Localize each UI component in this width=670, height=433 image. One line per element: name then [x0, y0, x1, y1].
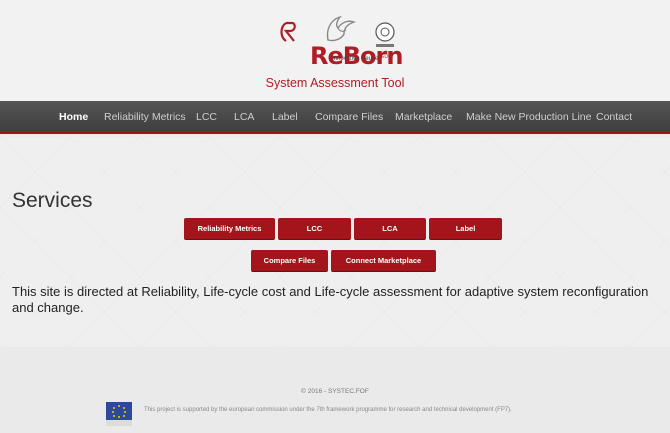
nav-item-reliability-metrics[interactable]: Reliability Metrics: [104, 111, 186, 123]
reliability-metrics-button[interactable]: Reliability Metrics: [184, 218, 275, 240]
label-button[interactable]: Label: [429, 218, 502, 240]
logo-tagline: Innovative Reuse: [332, 56, 379, 62]
main-nav: Home Reliability Metrics LCC LCA Label C…: [0, 101, 670, 134]
feup-label: FEUP: [378, 54, 392, 60]
nav-item-home[interactable]: Home: [59, 111, 88, 123]
nav-item-lca[interactable]: LCA: [234, 111, 254, 123]
nav-item-lcc[interactable]: LCC: [196, 111, 217, 123]
nav-item-marketplace[interactable]: Marketplace: [395, 111, 452, 123]
page-title: Services: [12, 189, 93, 212]
feup-seal-icon: [375, 22, 395, 47]
site-footer: © 2016 - SYSTEC.FOF This project is supp…: [0, 347, 670, 433]
reborn-swirl-icon: [280, 21, 296, 42]
nav-item-make-new-production-line[interactable]: Make New Production Line: [466, 111, 591, 123]
eu-flag-icon: [106, 402, 132, 420]
nav-item-label[interactable]: Label: [272, 111, 298, 123]
copyright-text: © 2016 - SYSTEC.FOF: [301, 388, 369, 395]
main-content: Services Reliability Metrics LCC LCA Lab…: [0, 137, 670, 347]
eu-logo-base: [106, 420, 132, 426]
services-description: This site is directed at Reliability, Li…: [12, 284, 649, 315]
nav-item-compare-files[interactable]: Compare Files: [315, 111, 383, 123]
reborn-logo[interactable]: ReBorn Innovative Reuse FEUP: [278, 14, 408, 72]
site-subtitle: System Assessment Tool: [265, 76, 405, 90]
connect-marketplace-button[interactable]: Connect Marketplace: [331, 250, 436, 272]
compare-files-button[interactable]: Compare Files: [251, 250, 328, 272]
nav-item-contact[interactable]: Contact: [596, 111, 632, 123]
lca-button[interactable]: LCA: [354, 218, 426, 240]
funding-notice: This project is supported by the europea…: [144, 407, 512, 413]
site-header: ReBorn Innovative Reuse FEUP System Asse…: [0, 0, 670, 101]
lcc-button[interactable]: LCC: [278, 218, 351, 240]
reborn-bird-icon: [326, 15, 357, 42]
